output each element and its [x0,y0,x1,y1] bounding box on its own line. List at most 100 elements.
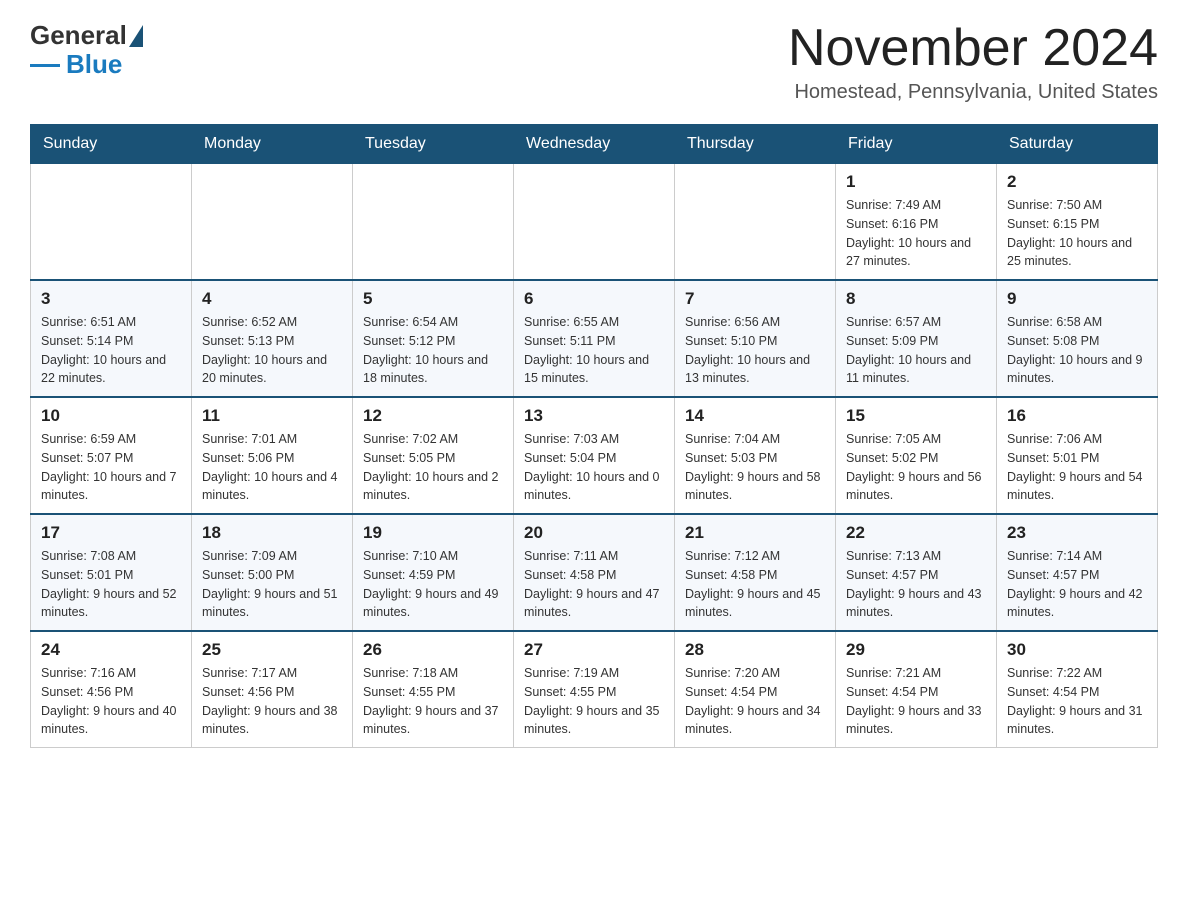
title-section: November 2024 Homestead, Pennsylvania, U… [788,20,1158,104]
calendar-cell: 11Sunrise: 7:01 AMSunset: 5:06 PMDayligh… [192,397,353,514]
day-number: 18 [202,523,342,543]
header-day-thursday: Thursday [675,125,836,164]
calendar-cell: 4 Sunrise: 6:52 AMSunset: 5:13 PMDaylight… [192,280,353,397]
calendar-cell [675,164,836,281]
calendar-week-row: 24 Sunrise: 7:16 AMSunset: 4:56 PMDayligh… [31,631,1158,748]
day-info: Sunrise: 7:49 AMSunset: 6:16 PMDaylight:… [846,196,986,271]
day-info: Sunrise: 7:16 AMSunset: 4:56 PMDaylight:… [41,664,181,739]
calendar-cell: 18 Sunrise: 7:09 AMSunset: 5:00 PMDayligh… [192,514,353,631]
calendar-week-row: 10 Sunrise: 6:59 AMSunset: 5:07 PMDayligh… [31,397,1158,514]
calendar-cell: 5 Sunrise: 6:54 AMSunset: 5:12 PMDaylight… [353,280,514,397]
day-number: 5 [363,289,503,309]
day-info: Sunrise: 6:59 AMSunset: 5:07 PMDaylight:… [41,430,181,505]
day-number: 8 [846,289,986,309]
day-number: 15 [846,406,986,426]
calendar-cell: 16 Sunrise: 7:06 AMSunset: 5:01 PMDayligh… [997,397,1158,514]
calendar-week-row: 17 Sunrise: 7:08 AMSunset: 5:01 PMDayligh… [31,514,1158,631]
day-info: Sunrise: 7:04 AMSunset: 5:03 PMDaylight:… [685,430,825,505]
day-number: 16 [1007,406,1147,426]
day-number: 11 [202,406,342,426]
day-number: 14 [685,406,825,426]
day-number: 20 [524,523,664,543]
calendar-cell: 22 Sunrise: 7:13 AMSunset: 4:57 PMDayligh… [836,514,997,631]
calendar-cell: 26 Sunrise: 7:18 AMSunset: 4:55 PMDayligh… [353,631,514,748]
calendar-cell: 24 Sunrise: 7:16 AMSunset: 4:56 PMDayligh… [31,631,192,748]
day-info: Sunrise: 7:20 AMSunset: 4:54 PMDaylight:… [685,664,825,739]
day-number: 10 [41,406,181,426]
calendar-cell: 17 Sunrise: 7:08 AMSunset: 5:01 PMDayligh… [31,514,192,631]
calendar-cell: 1Sunrise: 7:49 AMSunset: 6:16 PMDaylight… [836,164,997,281]
day-number: 30 [1007,640,1147,660]
day-info: Sunrise: 6:51 AMSunset: 5:14 PMDaylight:… [41,313,181,388]
day-info: Sunrise: 7:09 AMSunset: 5:00 PMDaylight:… [202,547,342,622]
day-info: Sunrise: 7:14 AMSunset: 4:57 PMDaylight:… [1007,547,1147,622]
header-day-wednesday: Wednesday [514,125,675,164]
day-info: Sunrise: 7:10 AMSunset: 4:59 PMDaylight:… [363,547,503,622]
day-number: 22 [846,523,986,543]
day-info: Sunrise: 7:06 AMSunset: 5:01 PMDaylight:… [1007,430,1147,505]
header: General Blue November 2024 Homestead, Pe… [30,20,1158,104]
calendar-cell: 19 Sunrise: 7:10 AMSunset: 4:59 PMDayligh… [353,514,514,631]
day-info: Sunrise: 7:02 AMSunset: 5:05 PMDaylight:… [363,430,503,505]
day-info: Sunrise: 7:22 AMSunset: 4:54 PMDaylight:… [1007,664,1147,739]
calendar-cell: 21 Sunrise: 7:12 AMSunset: 4:58 PMDayligh… [675,514,836,631]
calendar-body: 1Sunrise: 7:49 AMSunset: 6:16 PMDaylight… [31,164,1158,748]
day-number: 6 [524,289,664,309]
day-info: Sunrise: 6:58 AMSunset: 5:08 PMDaylight:… [1007,313,1147,388]
day-info: Sunrise: 7:12 AMSunset: 4:58 PMDaylight:… [685,547,825,622]
header-day-tuesday: Tuesday [353,125,514,164]
calendar-table: SundayMondayTuesdayWednesdayThursdayFrid… [30,124,1158,748]
day-info: Sunrise: 6:54 AMSunset: 5:12 PMDaylight:… [363,313,503,388]
day-number: 28 [685,640,825,660]
day-number: 3 [41,289,181,309]
day-number: 9 [1007,289,1147,309]
calendar-cell: 15Sunrise: 7:05 AMSunset: 5:02 PMDayligh… [836,397,997,514]
calendar-week-row: 3 Sunrise: 6:51 AMSunset: 5:14 PMDaylight… [31,280,1158,397]
logo-general-text: General [30,20,127,51]
calendar-cell: 23Sunrise: 7:14 AMSunset: 4:57 PMDayligh… [997,514,1158,631]
day-number: 4 [202,289,342,309]
calendar-cell: 10 Sunrise: 6:59 AMSunset: 5:07 PMDayligh… [31,397,192,514]
calendar-cell: 29Sunrise: 7:21 AMSunset: 4:54 PMDayligh… [836,631,997,748]
logo: General Blue [30,20,145,80]
day-number: 25 [202,640,342,660]
calendar-cell: 8 Sunrise: 6:57 AMSunset: 5:09 PMDaylight… [836,280,997,397]
day-number: 29 [846,640,986,660]
day-info: Sunrise: 6:56 AMSunset: 5:10 PMDaylight:… [685,313,825,388]
logo-blue-underline [30,64,60,67]
day-number: 26 [363,640,503,660]
calendar-cell: 3 Sunrise: 6:51 AMSunset: 5:14 PMDaylight… [31,280,192,397]
calendar-cell: 20 Sunrise: 7:11 AMSunset: 4:58 PMDayligh… [514,514,675,631]
day-number: 21 [685,523,825,543]
day-info: Sunrise: 7:19 AMSunset: 4:55 PMDaylight:… [524,664,664,739]
calendar-week-row: 1Sunrise: 7:49 AMSunset: 6:16 PMDaylight… [31,164,1158,281]
calendar-cell: 25 Sunrise: 7:17 AMSunset: 4:56 PMDayligh… [192,631,353,748]
day-info: Sunrise: 7:18 AMSunset: 4:55 PMDaylight:… [363,664,503,739]
day-number: 17 [41,523,181,543]
header-day-friday: Friday [836,125,997,164]
calendar-cell: 7 Sunrise: 6:56 AMSunset: 5:10 PMDaylight… [675,280,836,397]
calendar-header-row: SundayMondayTuesdayWednesdayThursdayFrid… [31,125,1158,164]
day-info: Sunrise: 7:17 AMSunset: 4:56 PMDaylight:… [202,664,342,739]
day-number: 13 [524,406,664,426]
calendar-cell [31,164,192,281]
day-number: 2 [1007,172,1147,192]
day-info: Sunrise: 6:55 AMSunset: 5:11 PMDaylight:… [524,313,664,388]
calendar-cell [514,164,675,281]
day-info: Sunrise: 7:08 AMSunset: 5:01 PMDaylight:… [41,547,181,622]
calendar-cell: 28 Sunrise: 7:20 AMSunset: 4:54 PMDayligh… [675,631,836,748]
day-info: Sunrise: 6:57 AMSunset: 5:09 PMDaylight:… [846,313,986,388]
day-number: 24 [41,640,181,660]
header-day-monday: Monday [192,125,353,164]
day-info: Sunrise: 7:11 AMSunset: 4:58 PMDaylight:… [524,547,664,622]
day-info: Sunrise: 7:50 AMSunset: 6:15 PMDaylight:… [1007,196,1147,271]
day-number: 19 [363,523,503,543]
day-number: 7 [685,289,825,309]
calendar-cell [192,164,353,281]
header-day-sunday: Sunday [31,125,192,164]
calendar-cell: 13Sunrise: 7:03 AMSunset: 5:04 PMDayligh… [514,397,675,514]
day-info: Sunrise: 6:52 AMSunset: 5:13 PMDaylight:… [202,313,342,388]
calendar-cell: 6 Sunrise: 6:55 AMSunset: 5:11 PMDaylight… [514,280,675,397]
main-title: November 2024 [788,20,1158,77]
day-info: Sunrise: 7:13 AMSunset: 4:57 PMDaylight:… [846,547,986,622]
